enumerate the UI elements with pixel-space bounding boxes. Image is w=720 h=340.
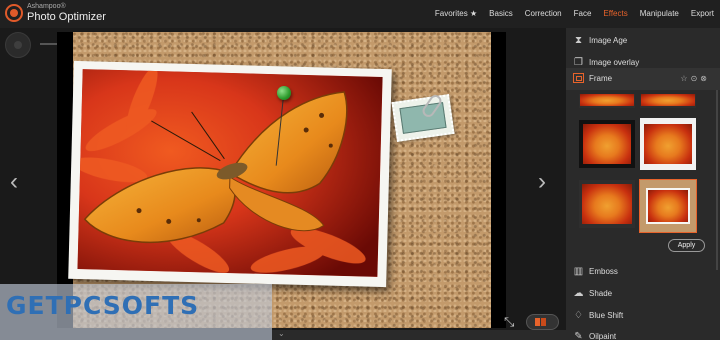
app-window: Ashampoo® Photo Optimizer Favorites ★ Ba… bbox=[0, 0, 720, 340]
next-image-arrow-icon[interactable]: › bbox=[538, 168, 546, 196]
nav-face[interactable]: Face bbox=[574, 9, 592, 18]
effect-image-age[interactable]: ⧗ Image Age bbox=[566, 30, 720, 51]
butterfly-photo bbox=[77, 69, 383, 277]
top-bar: Ashampoo® Photo Optimizer Favorites ★ Ba… bbox=[0, 0, 720, 28]
chevron-down-icon[interactable]: ⌄ bbox=[278, 329, 285, 338]
frame-thumbnail[interactable] bbox=[640, 94, 696, 108]
thumbnail-scrollbar[interactable] bbox=[716, 90, 718, 270]
filmstrip-bar[interactable]: ⌄ bbox=[272, 329, 566, 340]
effect-label: Shade bbox=[589, 289, 613, 298]
hourglass-icon: ⧗ bbox=[574, 35, 583, 46]
layers-icon: ❐ bbox=[574, 57, 583, 68]
push-pin-icon bbox=[277, 86, 291, 100]
brand-vendor: Ashampoo® bbox=[27, 3, 66, 10]
emboss-icon: ▥ bbox=[573, 266, 584, 277]
polaroid-frame bbox=[68, 60, 392, 288]
watermark-text: GETPCSOFTS bbox=[6, 291, 200, 320]
effect-label: Oilpaint bbox=[589, 332, 617, 340]
drop-icon: ♢ bbox=[574, 310, 583, 321]
before-after-toggle[interactable] bbox=[526, 314, 559, 330]
cloud-icon: ☁ bbox=[573, 288, 584, 299]
previous-image-arrow-icon[interactable]: ‹ bbox=[10, 168, 18, 196]
effect-shade[interactable]: ☁ Shade bbox=[566, 283, 720, 304]
frame-favorite-help-close-icons[interactable]: ☆⊙⊗ bbox=[680, 74, 710, 83]
nav-correction[interactable]: Correction bbox=[525, 9, 562, 18]
frame-thumbnail-selected[interactable] bbox=[639, 179, 697, 233]
nav-manipulate[interactable]: Manipulate bbox=[640, 9, 679, 18]
effect-blue-shift[interactable]: ♢ Blue Shift bbox=[566, 305, 720, 326]
nav-export[interactable]: Export bbox=[691, 9, 714, 18]
frame-icon bbox=[573, 73, 584, 83]
effect-label: Frame bbox=[589, 74, 613, 83]
effect-label: Image overlay bbox=[589, 58, 640, 67]
apply-button[interactable]: Apply bbox=[668, 239, 705, 252]
postage-stamp-icon bbox=[391, 94, 455, 142]
effect-emboss[interactable]: ▥ Emboss bbox=[566, 261, 720, 282]
frame-thumbnail[interactable] bbox=[579, 120, 635, 168]
nav-basics[interactable]: Basics bbox=[489, 9, 513, 18]
frame-thumbnail[interactable] bbox=[640, 118, 696, 170]
main-nav: Favorites ★ Basics Correction Face Effec… bbox=[435, 9, 714, 18]
effect-label: Image Age bbox=[589, 36, 628, 45]
brush-icon: ✎ bbox=[574, 331, 583, 340]
frame-thumbnail[interactable] bbox=[579, 180, 635, 228]
effect-frame[interactable]: Frame ☆⊙⊗ bbox=[566, 68, 720, 90]
effect-label: Blue Shift bbox=[589, 311, 624, 320]
watermark-overlay: GETPCSOFTS bbox=[0, 284, 272, 340]
ashampoo-logo-icon bbox=[5, 4, 23, 22]
pan-control[interactable] bbox=[5, 32, 31, 58]
app-title: Photo Optimizer bbox=[27, 11, 106, 23]
effect-oilpaint[interactable]: ✎ Oilpaint bbox=[566, 326, 720, 340]
fit-to-screen-icon[interactable]: ⤡ bbox=[504, 314, 514, 330]
butterfly-photo-art bbox=[77, 69, 383, 277]
nav-effects[interactable]: Effects bbox=[603, 9, 627, 18]
effect-label: Emboss bbox=[589, 267, 618, 276]
nav-favorites[interactable]: Favorites ★ bbox=[435, 9, 477, 18]
frame-thumbnail[interactable] bbox=[579, 94, 635, 108]
